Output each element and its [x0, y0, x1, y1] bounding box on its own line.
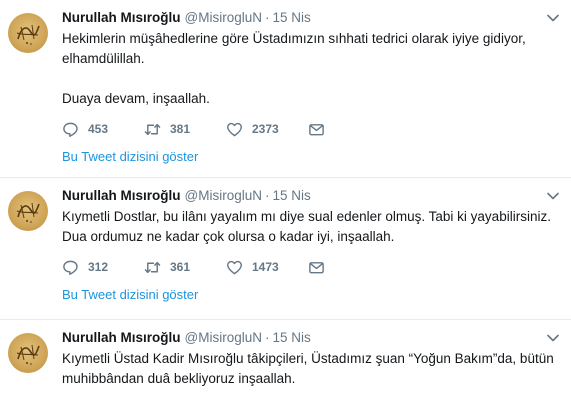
reply-count: 312	[88, 260, 109, 274]
show-thread-link[interactable]: Bu Tweet dizisini göster	[62, 287, 198, 302]
retweet-button[interactable]: 381	[144, 121, 226, 138]
avatar[interactable]	[8, 191, 48, 231]
chevron-down-icon[interactable]	[547, 333, 559, 343]
like-button[interactable]: 2373	[226, 121, 308, 138]
reply-count: 453	[88, 122, 109, 136]
chevron-down-icon[interactable]	[547, 13, 559, 23]
avatar[interactable]	[8, 333, 48, 373]
tweet-timestamp[interactable]: 15 Nis	[272, 188, 310, 203]
tweet[interactable]: Nurullah Mısıroğlu @MisirogluN · 15 Nis Kıy…	[0, 320, 571, 400]
mail-icon	[309, 261, 324, 273]
author-handle[interactable]: @MisirogluN	[185, 188, 262, 203]
tweet-actions: 312 361 1473	[62, 257, 561, 277]
tweet-text: Kıymetli Üstad Kadir Mısıroğlu tâkipçile…	[62, 351, 554, 386]
tweet-header: Nurullah Mısıroğlu @MisirogluN · 15 Nis	[62, 9, 561, 27]
author-name[interactable]: Nurullah Mısıroğlu	[62, 330, 181, 345]
retweet-button[interactable]: 361	[144, 259, 226, 276]
tweet-text: Kıymetli Dostlar, bu ilânı yayalım mı di…	[62, 209, 551, 244]
mail-icon	[309, 123, 324, 135]
separator-dot: ·	[264, 10, 270, 25]
like-count: 2373	[252, 122, 279, 136]
direct-message-button[interactable]	[308, 121, 338, 138]
direct-message-button[interactable]	[308, 259, 338, 276]
reply-button[interactable]: 312	[62, 259, 144, 276]
separator-dot: ·	[264, 330, 270, 345]
tweet[interactable]: Nurullah Mısıroğlu @MisirogluN · 15 Nis Hek…	[0, 0, 571, 178]
retweet-icon	[144, 123, 161, 135]
retweet-icon	[144, 261, 161, 273]
tweet-header: Nurullah Mısıroğlu @MisirogluN · 15 Nis	[62, 187, 561, 205]
reply-button[interactable]: 453	[62, 121, 144, 138]
reply-icon	[63, 260, 78, 275]
show-thread-link[interactable]: Bu Tweet dizisini göster	[62, 149, 198, 164]
tweet-text: Hekimlerin müşâhedlerine göre Üstadımızı…	[62, 31, 526, 106]
author-name[interactable]: Nurullah Mısıroğlu	[62, 188, 181, 203]
tweet[interactable]: Nurullah Mısıroğlu @MisirogluN · 15 Nis Kıy…	[0, 178, 571, 320]
like-button[interactable]: 1473	[226, 259, 308, 276]
tweet-timestamp[interactable]: 15 Nis	[272, 10, 310, 25]
retweet-count: 361	[170, 260, 191, 274]
chevron-down-icon[interactable]	[547, 191, 559, 201]
tweet-timeline: Nurullah Mısıroğlu @MisirogluN · 15 Nis Hek…	[0, 0, 571, 400]
separator-dot: ·	[264, 188, 270, 203]
tweet-header: Nurullah Mısıroğlu @MisirogluN · 15 Nis	[62, 329, 561, 347]
like-count: 1473	[252, 260, 279, 274]
avatar[interactable]	[8, 13, 48, 53]
retweet-count: 381	[170, 122, 191, 136]
tweet-actions: 453 381 2373	[62, 119, 561, 139]
reply-icon	[63, 122, 78, 137]
tweet-timestamp[interactable]: 15 Nis	[272, 330, 310, 345]
heart-icon	[226, 122, 243, 136]
heart-icon	[226, 260, 243, 274]
author-name[interactable]: Nurullah Mısıroğlu	[62, 10, 181, 25]
author-handle[interactable]: @MisirogluN	[185, 330, 262, 345]
author-handle[interactable]: @MisirogluN	[185, 10, 262, 25]
